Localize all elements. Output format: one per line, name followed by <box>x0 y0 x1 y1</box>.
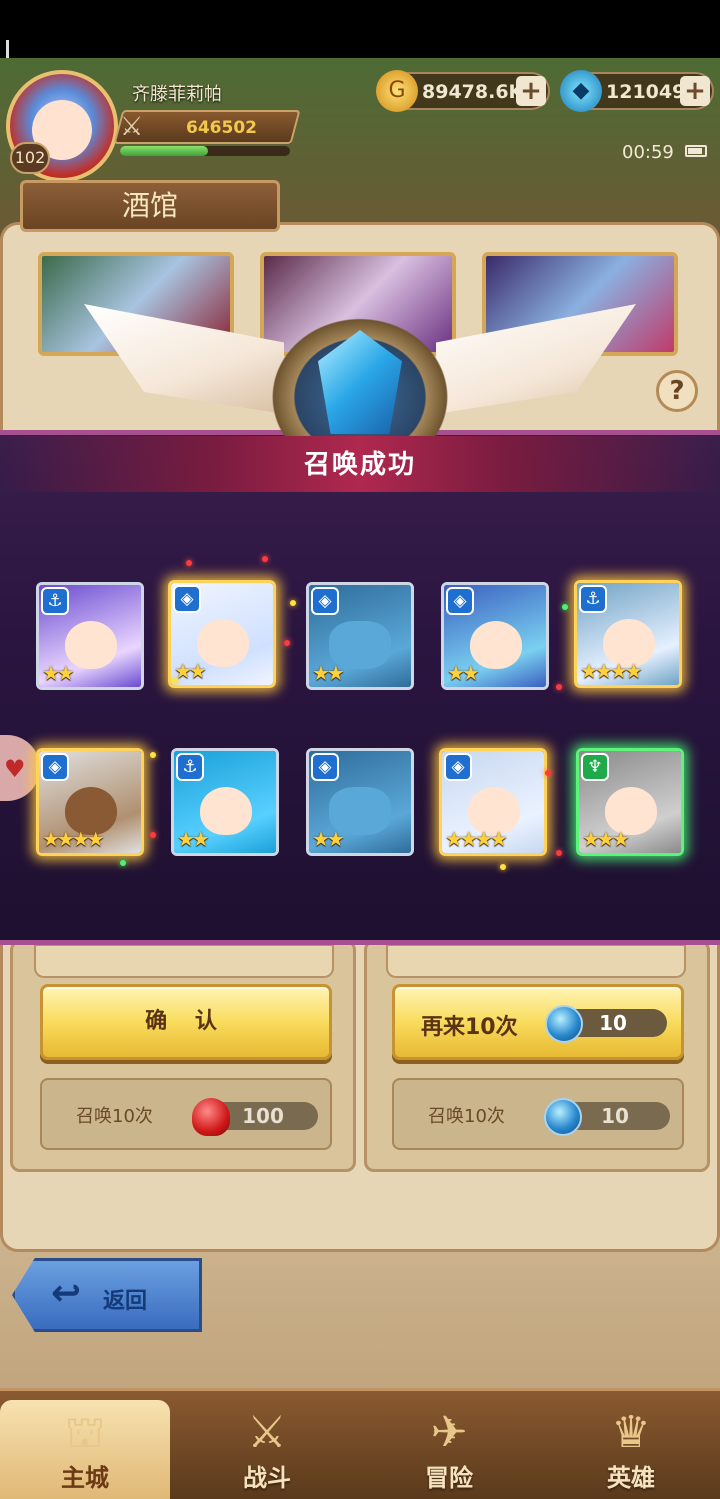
hero-face <box>65 621 117 669</box>
sparkle <box>284 640 290 646</box>
hero-stars: ★★★★ <box>42 827 105 851</box>
sparkle <box>186 560 192 566</box>
summon-again-label: 再来10次 <box>421 1015 518 1040</box>
hero-card[interactable]: ◈ ★★ <box>168 580 276 688</box>
right-wing <box>436 304 636 414</box>
gem-icon: ◆ <box>560 70 602 112</box>
sparkle <box>150 752 156 758</box>
sparkle <box>150 832 156 838</box>
hero-card[interactable]: ♆ ★★★ <box>576 748 684 856</box>
gem-value: 121049 <box>606 81 686 103</box>
normal-summon-caption-box <box>34 944 334 978</box>
summon-10-normal-label: 召唤10次 <box>76 1106 153 1127</box>
summon-again-button[interactable]: 再来10次 10 <box>392 984 684 1060</box>
nav-adventure-label: 冒险 <box>425 1464 473 1492</box>
help-button[interactable]: ? <box>656 370 698 412</box>
anchor-class-icon: ⚓ <box>41 587 69 615</box>
anchor-class-icon: ⚓ <box>176 753 204 781</box>
crossed-swords-icon: ⚔ <box>247 1407 287 1458</box>
power-value: 646502 <box>186 118 257 138</box>
player-level-badge: 102 <box>10 142 50 174</box>
hero-card[interactable]: ◈ ★★★★ <box>439 748 547 856</box>
back-label: 返回 <box>103 1289 148 1314</box>
gold-counter: G 89478.6K + <box>376 70 550 112</box>
hero-stars: ★★ <box>312 661 345 685</box>
hero-stars: ★★★★ <box>445 827 508 851</box>
gold-value: 89478.6K <box>422 81 524 103</box>
hero-face <box>470 621 522 669</box>
back-button[interactable]: ↩ 返回 <box>12 1258 202 1332</box>
status-bar <box>0 0 720 100</box>
gem-counter: ◆ 121049 + <box>560 70 714 112</box>
shield-class-icon: ◈ <box>41 753 69 781</box>
nav-heroes-label: 英雄 <box>607 1464 655 1492</box>
result-title: 召唤成功 <box>303 450 416 480</box>
page-title: 酒馆 <box>20 180 280 232</box>
hero-face <box>197 619 249 667</box>
battery-icon <box>685 145 707 157</box>
map-icon: ✈ <box>430 1407 468 1458</box>
hero-card[interactable]: ⚓ ★★ <box>36 582 144 690</box>
back-arrow-icon: ↩ <box>51 1273 82 1314</box>
gold-coin-icon: G <box>376 70 418 112</box>
shield-class-icon: ◈ <box>173 585 201 613</box>
hero-stars: ★★ <box>42 661 75 685</box>
summon-10-premium-button[interactable]: 召唤10次 10 <box>392 1078 684 1150</box>
sparkle <box>120 860 126 866</box>
player-name: 齐滕菲莉帕 <box>132 84 222 105</box>
xp-bar-fill <box>120 146 209 156</box>
nav-battle-label: 战斗 <box>243 1464 291 1492</box>
left-wing <box>84 304 284 414</box>
clock: 00:59 <box>622 142 674 163</box>
sparkle <box>545 770 551 776</box>
crest-icon: ♛ <box>611 1407 651 1458</box>
sparkle <box>562 604 568 610</box>
hero-stars: ★★★ <box>582 827 630 851</box>
dragon-class-icon: ♆ <box>581 753 609 781</box>
hero-stars: ★★ <box>312 827 345 851</box>
shield-class-icon: ◈ <box>311 587 339 615</box>
add-gold-button[interactable]: + <box>516 76 546 106</box>
shield-class-icon: ◈ <box>446 587 474 615</box>
sparkle <box>556 684 562 690</box>
hero-stars: ★★★★ <box>580 659 643 683</box>
hero-card[interactable]: ◈ ★★ <box>306 582 414 690</box>
nav-home[interactable]: ⛫ 主城 <box>0 1400 170 1499</box>
hero-stars: ★★ <box>447 661 480 685</box>
summon-10-premium-label: 召唤10次 <box>428 1106 505 1127</box>
hero-stars: ★★ <box>174 659 207 683</box>
shield-class-icon: ◈ <box>444 753 472 781</box>
summon-gem-icon <box>545 1005 583 1043</box>
sparkle <box>290 600 296 606</box>
nav-adventure[interactable]: ✈ 冒险 <box>364 1400 534 1499</box>
sparkle <box>500 864 506 870</box>
anchor-class-icon: ⚓ <box>579 585 607 613</box>
nav-heroes[interactable]: ♛ 英雄 <box>546 1400 716 1499</box>
hero-stars: ★★ <box>177 827 210 851</box>
xp-bar <box>120 146 290 156</box>
add-gem-button[interactable]: + <box>680 76 710 106</box>
nav-battle[interactable]: ⚔ 战斗 <box>182 1400 352 1499</box>
premium-summon-caption-box <box>386 944 686 978</box>
hero-card[interactable]: ⚓ ★★★★ <box>574 580 682 688</box>
shield-class-icon: ◈ <box>311 753 339 781</box>
sparkle <box>556 850 562 856</box>
sparkle <box>262 556 268 562</box>
hero-card[interactable]: ◈ ★★ <box>306 748 414 856</box>
castle-icon: ⛫ <box>64 1407 106 1458</box>
confirm-button[interactable]: 确 认 <box>40 984 332 1060</box>
hero-card[interactable]: ◈ ★★ <box>441 582 549 690</box>
side-tab-icon: ♥ <box>4 755 26 783</box>
sparkle <box>172 678 178 684</box>
hero-face <box>200 787 252 835</box>
heart-icon <box>192 1098 230 1136</box>
summon-gem-icon-2 <box>544 1098 582 1136</box>
hero-card[interactable]: ⚓ ★★ <box>171 748 279 856</box>
crossed-swords-icon: ⚔ <box>120 112 144 142</box>
summon-10-normal-button[interactable]: 召唤10次 100 <box>40 1078 332 1150</box>
nav-home-label: 主城 <box>61 1464 109 1492</box>
hero-card[interactable]: ◈ ★★★★ <box>36 748 144 856</box>
